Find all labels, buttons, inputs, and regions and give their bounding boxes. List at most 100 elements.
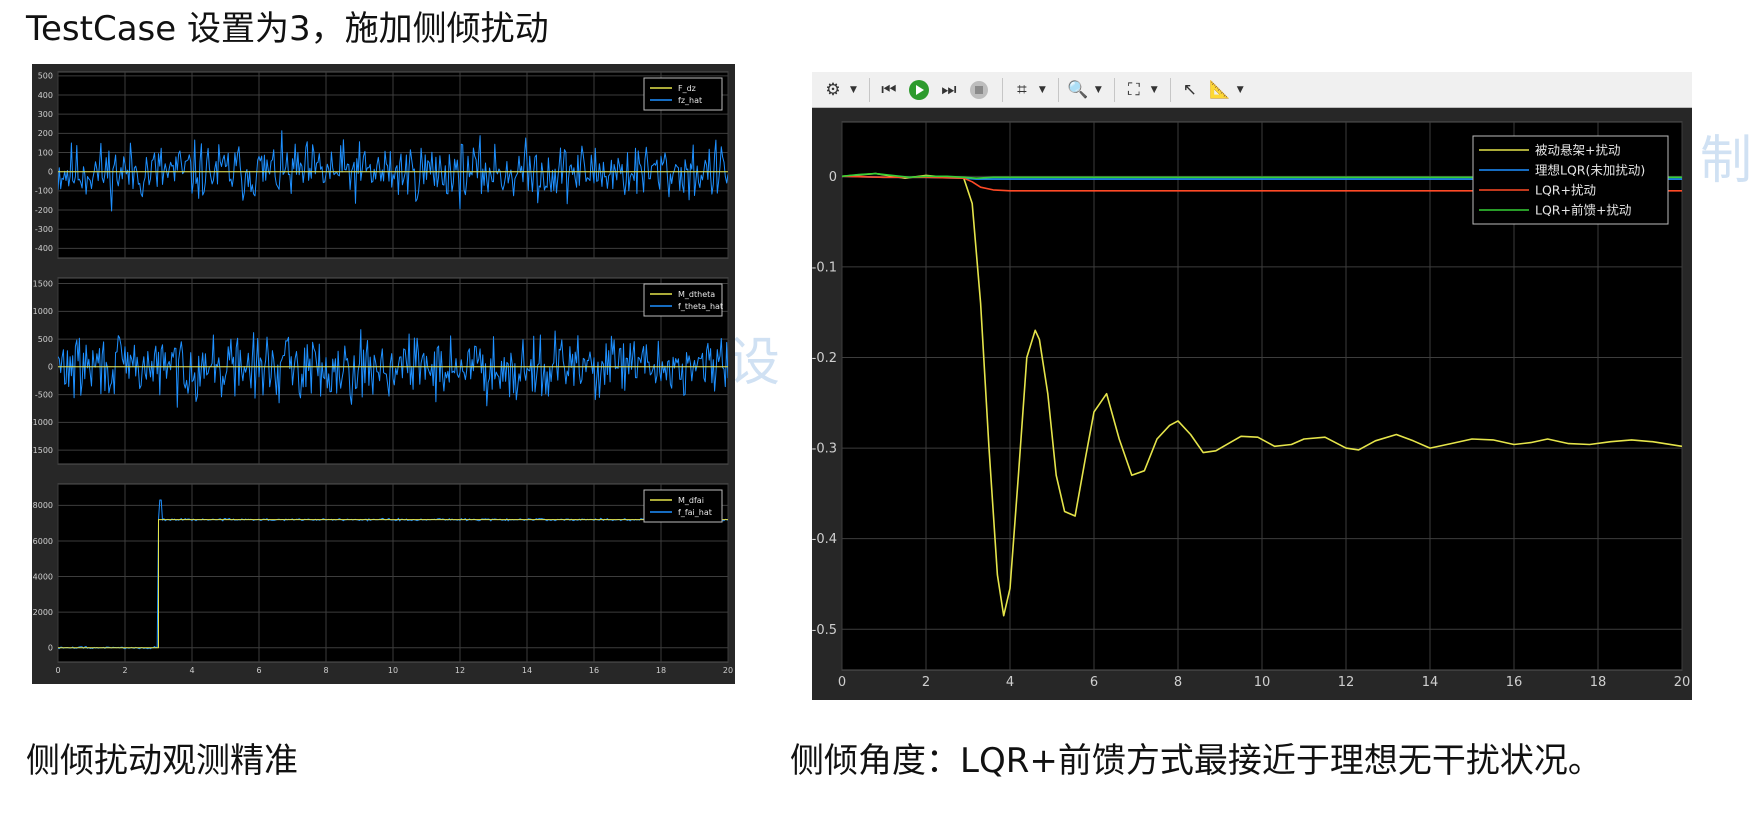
x-tick-label: 6 <box>256 666 261 675</box>
legend-label: f_theta_hat <box>678 302 723 311</box>
x-tick-label: 16 <box>589 666 599 675</box>
x-tick-label: 6 <box>1090 675 1098 690</box>
zoom-icon[interactable]: 🔍 <box>1065 77 1091 103</box>
scope-toolbar: ⚙ ▼ ⏮ ⏭ ⌗ ▼ 🔍 ▼ ⛶ ▼ ↖ 📐 ▼ <box>812 72 1692 108</box>
legend: 被动悬架+扰动理想LQR(未加扰动) LQR+扰动 LQR+前馈+扰动 <box>1472 135 1669 225</box>
y-tick-label: -500 <box>35 390 53 399</box>
y-tick-label: 2000 <box>33 608 53 617</box>
x-tick-label: 18 <box>656 666 666 675</box>
watermark-text: 制 <box>1700 131 1753 191</box>
y-tick-label: 1500 <box>33 279 53 288</box>
plot-panel: 8000 6000 4000 2000 0 0 2 4 6 8 10 12 14 16 18 20 M_dfai… <box>33 483 733 675</box>
fit-view-icon[interactable]: ⛶ <box>1121 77 1147 103</box>
stop-icon-shape <box>969 80 988 99</box>
y-tick-label: 400 <box>38 91 53 100</box>
legend-label: M_dfai <box>678 496 704 505</box>
legend-label: F_dz <box>678 84 696 93</box>
legend-box <box>643 77 723 111</box>
y-tick-label: 100 <box>38 148 53 157</box>
y-tick-label: -0.1 <box>812 260 837 275</box>
y-tick-label: -400 <box>35 244 53 253</box>
toolbar-separator <box>1113 77 1115 102</box>
y-tick-label: -0.2 <box>812 351 837 366</box>
chevron-down-icon[interactable]: ▼ <box>1151 85 1158 95</box>
y-tick-label: 4000 <box>33 572 53 581</box>
x-tick-label: 2 <box>122 666 127 675</box>
toolbar-separator <box>868 77 870 102</box>
right-scope-window: ⚙ ▼ ⏮ ⏭ ⌗ ▼ 🔍 ▼ ⛶ ▼ ↖ 📐 ▼ 0 -0.1 -0.2 -0.3 -0.4 -0… <box>812 72 1692 700</box>
y-tick-label: -100 <box>35 187 53 196</box>
y-tick-label: 8000 <box>33 501 53 510</box>
toolbar-separator <box>1057 77 1059 102</box>
legend-label: LQR+前馈+扰动 <box>1535 202 1631 217</box>
legend: M_dfai f_fai_hat <box>643 489 723 523</box>
y-tick-label: 1000 <box>33 307 53 316</box>
legend-label: fz_hat <box>678 96 702 105</box>
y-tick-label: -0.4 <box>812 532 837 547</box>
legend-label: M_dtheta <box>678 290 715 299</box>
chevron-down-icon[interactable]: ▼ <box>1237 85 1244 95</box>
chevron-down-icon[interactable]: ▼ <box>1039 85 1046 95</box>
step-back-icon[interactable]: ⏮ <box>876 77 902 103</box>
gear-icon[interactable]: ⚙ <box>820 77 846 103</box>
y-tick-label: 200 <box>38 129 53 138</box>
caption-left: 侧倾扰动观测精准 <box>26 741 298 781</box>
watermark-text: 设 <box>728 333 781 393</box>
run-icon[interactable] <box>906 77 932 103</box>
chevron-down-icon[interactable]: ▼ <box>1095 85 1102 95</box>
chevron-down-icon[interactable]: ▼ <box>850 85 857 95</box>
x-tick-label: 2 <box>922 675 930 690</box>
legend-box <box>643 489 723 523</box>
toolbar-separator <box>1001 77 1003 102</box>
x-tick-label: 12 <box>455 666 465 675</box>
y-tick-label: -1500 <box>32 446 53 455</box>
x-tick-label: 10 <box>1254 675 1271 690</box>
legend-label: 被动悬架+扰动 <box>1535 142 1620 157</box>
y-tick-label: 300 <box>38 110 53 119</box>
run-icon-shape <box>908 79 929 100</box>
legend-box <box>643 283 723 317</box>
signal-select-icon[interactable]: ⌗ <box>1009 77 1035 103</box>
legend-label: 理想LQR(未加扰动) <box>1535 162 1645 177</box>
plot-panel: 0 -0.1 -0.2 -0.3 -0.4 -0.5 0 2 4 6 8 10 12 14 16 18 20 被动… <box>812 121 1691 690</box>
legend: F_dz fz_hat <box>643 77 723 111</box>
x-tick-label: 18 <box>1590 675 1607 690</box>
y-tick-label: 500 <box>38 335 53 344</box>
x-tick-label: 0 <box>55 666 60 675</box>
x-tick-label: 20 <box>723 666 733 675</box>
y-tick-label: 0 <box>829 170 837 185</box>
y-tick-label: 500 <box>38 72 53 81</box>
measure-icon[interactable]: 📐 <box>1207 77 1233 103</box>
y-tick-label: -1000 <box>32 418 53 427</box>
x-tick-label: 20 <box>1674 675 1691 690</box>
left-scope-plots: 5004003002001000-100-200-300-400F_dzfz_h… <box>30 71 733 675</box>
y-tick-label: -0.3 <box>812 442 837 457</box>
slide-title: TestCase 设置为3，施加侧倾扰动 <box>26 9 549 49</box>
x-tick-label: 14 <box>1422 675 1439 690</box>
left-scope-window: 500 400 300 200 100 0 -100 -200 -300 -400 F_dz fz_h… <box>30 64 735 684</box>
stop-icon[interactable] <box>966 77 992 103</box>
x-tick-label: 8 <box>323 666 328 675</box>
x-tick-label: 4 <box>1006 675 1014 690</box>
x-tick-label: 16 <box>1506 675 1523 690</box>
y-tick-label: -0.5 <box>812 623 837 638</box>
x-tick-label: 12 <box>1338 675 1355 690</box>
caption-right: 侧倾角度：LQR+前馈方式最接近于理想无干扰状况。 <box>790 741 1602 781</box>
y-tick-label: 6000 <box>33 537 53 546</box>
legend-label: LQR+扰动 <box>1535 182 1596 197</box>
x-tick-label: 10 <box>388 666 398 675</box>
cursor-icon[interactable]: ↖ <box>1177 77 1203 103</box>
legend-label: f_fai_hat <box>678 508 712 517</box>
x-tick-label: 8 <box>1174 675 1182 690</box>
y-tick-label: 0 <box>48 644 53 653</box>
step-forward-icon[interactable]: ⏭ <box>936 77 962 103</box>
right-scope-plot: 0 -0.1 -0.2 -0.3 -0.4 -0.5 0 2 4 6 8 10 12 14 16 18 20 被动… <box>812 121 1691 690</box>
plot-panel: 500 400 300 200 100 0 -100 -200 -300 -400 F_dz fz_h… <box>35 71 729 259</box>
y-tick-label: 0 <box>48 168 53 177</box>
legend: M_dtheta f_theta_hat <box>643 283 723 317</box>
x-tick-label: 0 <box>838 675 846 690</box>
x-tick-label: 14 <box>522 666 532 675</box>
y-tick-label: 0 <box>48 363 53 372</box>
y-tick-label: -300 <box>35 225 53 234</box>
x-tick-label: 4 <box>189 666 194 675</box>
